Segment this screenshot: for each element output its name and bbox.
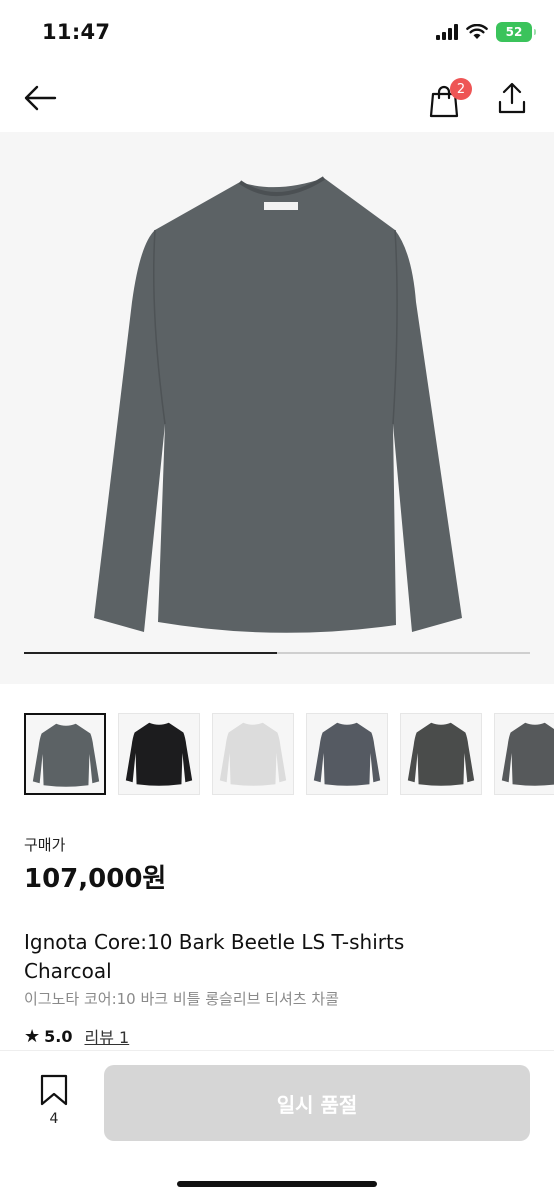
wifi-icon [466, 24, 488, 39]
star-icon: ★ [24, 1025, 41, 1047]
cart-button[interactable]: 2 [428, 78, 472, 118]
product-subtitle: 이그노타 코어:10 바크 비틀 롱슬리브 티셔츠 차콜 [24, 990, 339, 1008]
long-sleeve-tshirt-image [94, 176, 462, 633]
rating-value: 5.0 [44, 1026, 73, 1046]
product-image-gallery[interactable] [0, 132, 554, 684]
gallery-progress-bar [24, 652, 530, 654]
bookmark-button[interactable]: 4 [32, 1073, 76, 1133]
gallery-progress-fill [24, 652, 277, 654]
tshirt-thumbnail-image [125, 722, 193, 786]
bookmark-icon [40, 1074, 68, 1106]
status-bar: 11:47 52 [0, 0, 554, 62]
back-button[interactable] [20, 78, 60, 118]
product-title: Ignota Core:10 Bark Beetle LS T-shirts C… [24, 930, 405, 983]
tshirt-thumbnail-image [32, 723, 100, 787]
thumbnail-3[interactable] [212, 713, 294, 795]
battery-icon: 52 [496, 22, 536, 42]
thumbnail-6[interactable] [494, 713, 554, 795]
status-time: 11:47 [42, 20, 111, 44]
price-value: 107,000원 [24, 864, 167, 894]
cart-count-badge: 2 [450, 78, 472, 100]
soldout-button[interactable]: 일시 품절 [104, 1065, 530, 1141]
thumbnail-strip [24, 713, 554, 797]
share-icon [498, 82, 526, 114]
tshirt-thumbnail-image [407, 722, 475, 786]
price-label: 구매가 [24, 836, 66, 854]
signal-icon [436, 24, 458, 40]
bottom-action-bar: 4 일시 품절 [0, 1050, 554, 1200]
thumbnail-2[interactable] [118, 713, 200, 795]
rating-row: ★ 5.0 리뷰 1 [24, 1024, 129, 1048]
thumbnail-1[interactable] [24, 713, 106, 795]
nav-bar: 2 [0, 62, 554, 132]
garment-shape [94, 178, 462, 633]
thumbnail-5[interactable] [400, 713, 482, 795]
share-button[interactable] [492, 78, 532, 118]
home-indicator [177, 1181, 377, 1187]
tshirt-thumbnail-image [219, 722, 287, 786]
bookmark-count: 4 [49, 1111, 59, 1127]
tshirt-thumbnail-image [313, 722, 381, 786]
thumbnail-4[interactable] [306, 713, 388, 795]
status-icons: 52 [436, 22, 536, 42]
arrow-left-icon [24, 85, 57, 111]
review-link[interactable]: 리뷰 1 [84, 1024, 129, 1048]
tshirt-thumbnail-image [501, 722, 554, 786]
